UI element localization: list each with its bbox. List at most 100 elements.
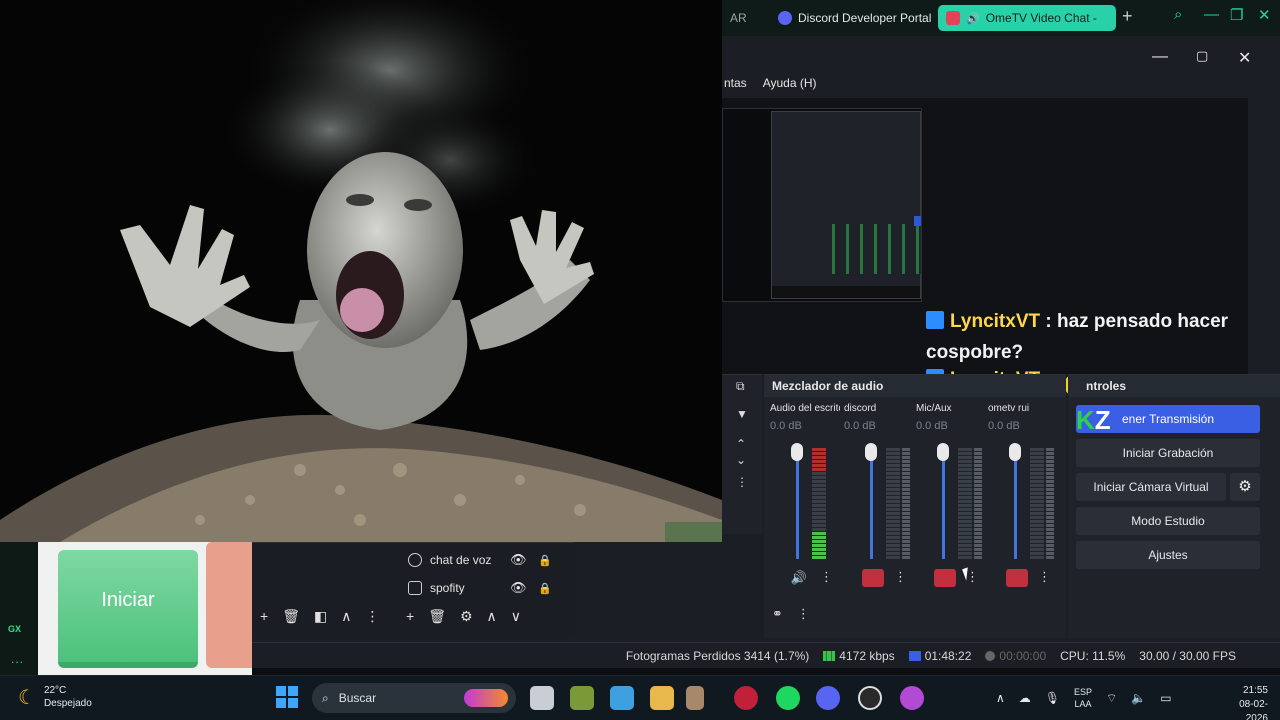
kz-badge-logo: KZ [1076, 405, 1111, 435]
menu-help[interactable]: Ayuda (H) [763, 76, 817, 98]
start-recording-button[interactable]: Iniciar Grabación [1076, 439, 1260, 467]
volume-track[interactable] [942, 447, 945, 559]
volume-slider-handle[interactable] [937, 443, 949, 461]
close-icon[interactable]: ✕ [1258, 6, 1271, 24]
start-virtual-camera-button[interactable]: Iniciar Cámara Virtual [1076, 473, 1226, 501]
weather-widget[interactable]: ☾ 22°C Despejado [18, 684, 92, 710]
discord-icon[interactable] [816, 686, 840, 710]
studio-mode-button[interactable]: Modo Estudio [1076, 507, 1260, 535]
bitrate-indicator: 4172 kbps [823, 649, 895, 663]
restore-icon[interactable]: ❐ [1230, 6, 1243, 24]
browser-tab-bar: AR Discord Developer Portal 🔊 OmeTV Vide… [722, 0, 1280, 36]
nested-stream-button [914, 216, 921, 226]
clock[interactable]: 21:55 08-02-2026 [1218, 684, 1268, 720]
channel-db: 0.0 dB [988, 420, 1020, 432]
eye-icon[interactable]: 👁 [510, 552, 527, 568]
battery-icon[interactable]: ▭ [1160, 691, 1171, 705]
microphone-icon[interactable]: 🎙 [1045, 691, 1060, 705]
menu-tools[interactable]: ntas [724, 76, 747, 98]
tab-label: AR [730, 11, 747, 25]
stepper-icon[interactable]: ⌄ [736, 453, 746, 467]
store-icon[interactable] [610, 686, 634, 710]
taskbar-search[interactable]: ⌕ Buscar [312, 683, 516, 713]
chevron-up-icon[interactable]: ∧ [487, 608, 497, 630]
gx-label[interactable]: GX [8, 624, 21, 634]
volume-icon[interactable]: 🔈 [1131, 691, 1146, 705]
sources-list: chat de voz 👁 🔒 spofity 👁 🔒 [402, 542, 572, 602]
maximize-icon[interactable]: ▢ [1196, 48, 1208, 64]
chat-message: LyncitxVT : haz pensado hacer cospobre? [926, 306, 1256, 368]
app-icon[interactable] [900, 686, 924, 710]
kebab-icon[interactable]: ⋮ [736, 475, 748, 489]
speaker-icon[interactable]: 🔊 [788, 569, 810, 587]
signal-icon [823, 650, 836, 661]
muted-speaker-icon[interactable] [1006, 569, 1028, 587]
search-icon[interactable]: ⌕ [1174, 6, 1182, 23]
kebab-icon[interactable]: ⋮ [797, 606, 810, 622]
muted-mic-icon[interactable] [934, 569, 956, 587]
chevron-up-icon[interactable]: ∧ [341, 608, 351, 630]
level-meter-secondary [1046, 447, 1054, 559]
kebab-icon[interactable]: ⋮ [894, 569, 907, 585]
volume-track[interactable] [870, 447, 873, 559]
chevron-up-icon[interactable]: ∧ [996, 691, 1005, 705]
minimize-icon[interactable]: — [1204, 6, 1219, 23]
source-item[interactable]: chat de voz 👁 🔒 [402, 548, 572, 572]
new-tab-button[interactable]: + [1122, 6, 1133, 27]
tab-ar[interactable]: AR [722, 5, 766, 31]
add-icon[interactable]: + [406, 608, 414, 630]
windows-taskbar: ☾ 22°C Despejado ⌕ Buscar ∧ ☁ 🎙 ESP LAA ⌔… [0, 675, 1280, 720]
search-placeholder: Buscar [338, 691, 377, 705]
muted-speaker-icon[interactable] [862, 569, 884, 587]
opera-gx-icon[interactable] [734, 686, 758, 710]
volume-track[interactable] [796, 447, 799, 559]
kebab-icon[interactable]: ⋮ [365, 608, 379, 630]
volume-slider-handle[interactable] [1009, 443, 1021, 461]
kebab-icon[interactable]: ⋮ [1038, 569, 1051, 585]
volume-slider-handle[interactable] [865, 443, 877, 461]
trash-icon[interactable]: 🗑 [428, 608, 446, 630]
lock-icon[interactable]: 🔒 [538, 554, 552, 567]
stop-button[interactable] [206, 542, 252, 668]
wifi-icon[interactable]: ⌔ [1106, 691, 1117, 706]
spotify-icon[interactable] [776, 686, 800, 710]
chat-username: LyncitxVT [950, 311, 1041, 332]
settings-button[interactable]: Ajustes [1076, 541, 1260, 569]
trash-icon[interactable]: 🗑 [282, 608, 300, 630]
gear-icon[interactable]: ⚙ [460, 608, 473, 630]
channel-db: 0.0 dB [770, 420, 802, 432]
mixer-title: Mezclador de audio [764, 375, 1066, 397]
minimize-icon[interactable]: — [1152, 48, 1168, 66]
chevron-down-icon[interactable]: ∨ [511, 608, 521, 630]
level-meter [1030, 447, 1044, 559]
volume-slider-handle[interactable] [791, 443, 803, 461]
dropdown-arrow-icon[interactable]: ▼ [736, 407, 748, 421]
sidebar-more-icon[interactable]: ... [11, 652, 24, 666]
kebab-icon[interactable]: ⋮ [820, 569, 833, 585]
minecraft-icon[interactable] [570, 686, 594, 710]
tab-label: Discord Developer Portal [798, 11, 932, 25]
speaker-icon[interactable]: 🔊 [966, 12, 980, 25]
volume-track[interactable] [1014, 447, 1017, 559]
obs-icon[interactable] [858, 686, 882, 710]
source-item[interactable]: spofity 👁 🔒 [402, 576, 572, 600]
task-view-icon[interactable] [530, 686, 554, 710]
eye-icon[interactable]: 👁 [510, 580, 527, 596]
app-icon[interactable] [686, 686, 704, 710]
gear-icon[interactable]: ⚙ [1230, 473, 1260, 501]
filter-icon[interactable]: ◧ [314, 608, 327, 630]
tab-discord-developer-portal[interactable]: Discord Developer Portal [770, 5, 954, 31]
tab-ometv-video-chat[interactable]: 🔊 OmeTV Video Chat - [938, 5, 1116, 31]
close-icon[interactable]: ✕ [1238, 48, 1251, 68]
start-button[interactable]: Iniciar [58, 550, 198, 668]
cloud-icon[interactable]: ☁ [1019, 691, 1031, 705]
file-explorer-icon[interactable] [650, 686, 674, 710]
lock-icon[interactable]: 🔒 [538, 582, 552, 595]
stepper-icon[interactable]: ⌃ [736, 437, 746, 451]
dock-float-icon[interactable]: ⧉ [736, 379, 745, 394]
add-icon[interactable]: + [260, 608, 268, 630]
windows-start-icon[interactable] [276, 686, 298, 708]
source-name: chat de voz [430, 553, 492, 567]
link-icon[interactable]: ⚭ [772, 606, 783, 622]
language-indicator[interactable]: ESP LAA [1074, 686, 1092, 710]
